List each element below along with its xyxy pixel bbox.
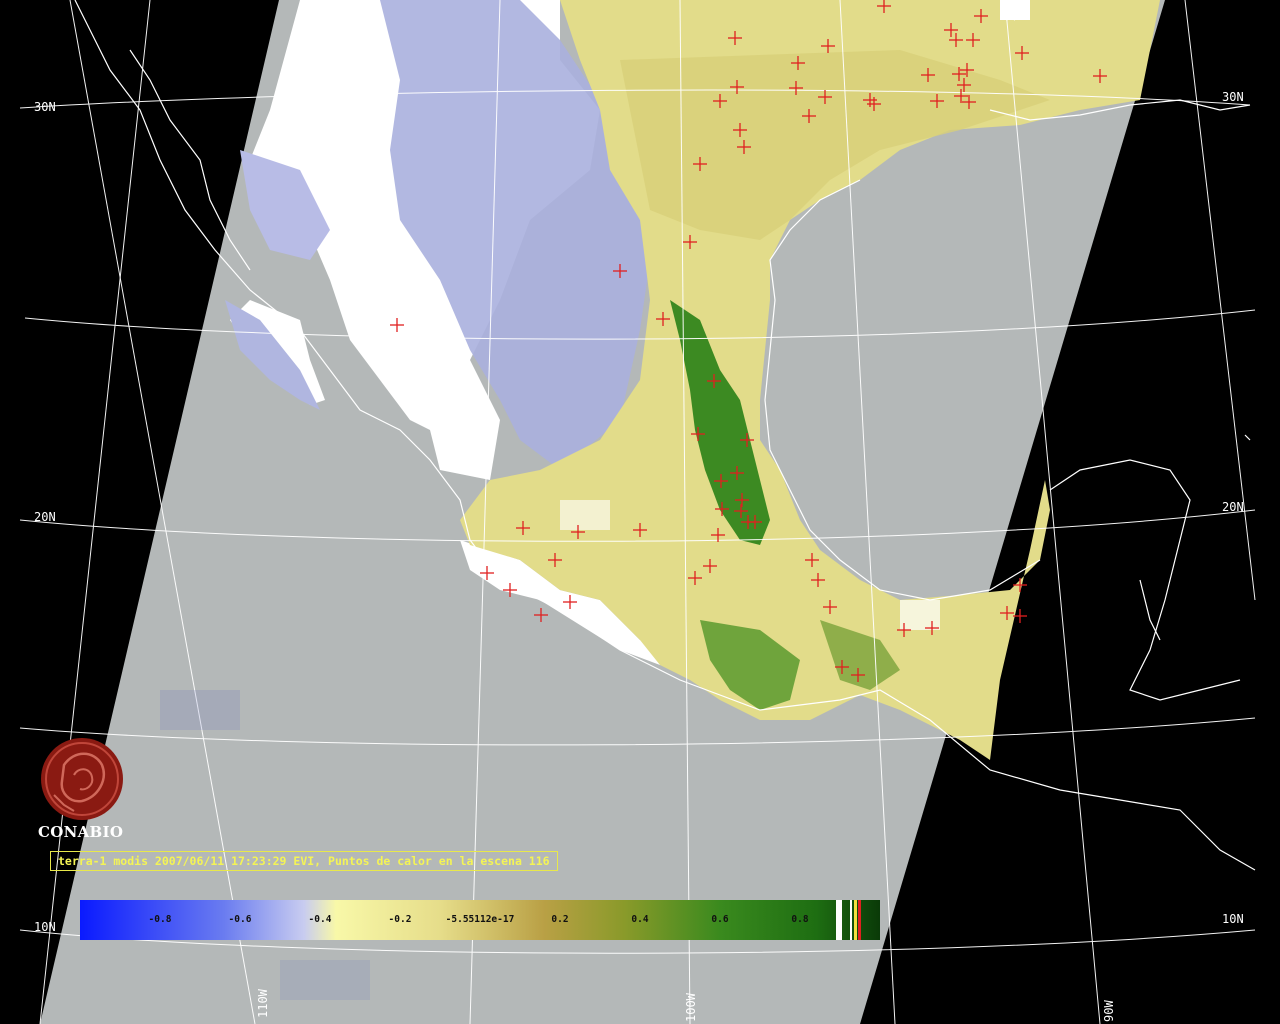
lat-label-10n: 10N bbox=[34, 920, 56, 934]
lat-label-20n: 20N bbox=[34, 510, 56, 524]
colorbar-tick-label: 0.6 bbox=[711, 914, 729, 925]
lon-label-90w: 90W bbox=[1102, 1000, 1116, 1022]
lat-label-30n: 30N bbox=[34, 100, 56, 114]
logo-text: CONABIO bbox=[38, 823, 124, 841]
lon-label-110w: 110W bbox=[256, 989, 270, 1018]
colorbar-yellow-band bbox=[854, 900, 857, 940]
colorbar-tick-label: 0.2 bbox=[551, 914, 569, 925]
colorbar-tick-label: -5.55112e-17 bbox=[445, 914, 515, 925]
colorbar-tick-label: -0.6 bbox=[228, 914, 252, 925]
lon-label-100w: 100W bbox=[684, 993, 698, 1022]
lat-label-10n-right: 10N bbox=[1222, 912, 1244, 926]
colorbar-tick-label: -0.4 bbox=[308, 914, 332, 925]
lon-label-100w-top: 100W bbox=[1004, 0, 1018, 22]
colorbar-white-band bbox=[836, 900, 842, 940]
lat-label-20n-right: 20N bbox=[1222, 500, 1244, 514]
colorbar-tick-label: 0.8 bbox=[791, 914, 809, 925]
colorbar-tick-label: 0.4 bbox=[631, 914, 649, 925]
colorbar-tick-label: -0.2 bbox=[388, 914, 412, 925]
colorbar-red-band bbox=[858, 900, 861, 940]
colorbar-tick-label: -0.8 bbox=[148, 914, 172, 925]
colorbar-white-band-2 bbox=[850, 900, 852, 940]
lat-label-30n-right: 30N bbox=[1222, 90, 1244, 104]
scene-caption: terra-1 modis 2007/06/11 17:23:29 EVI, P… bbox=[50, 851, 558, 871]
